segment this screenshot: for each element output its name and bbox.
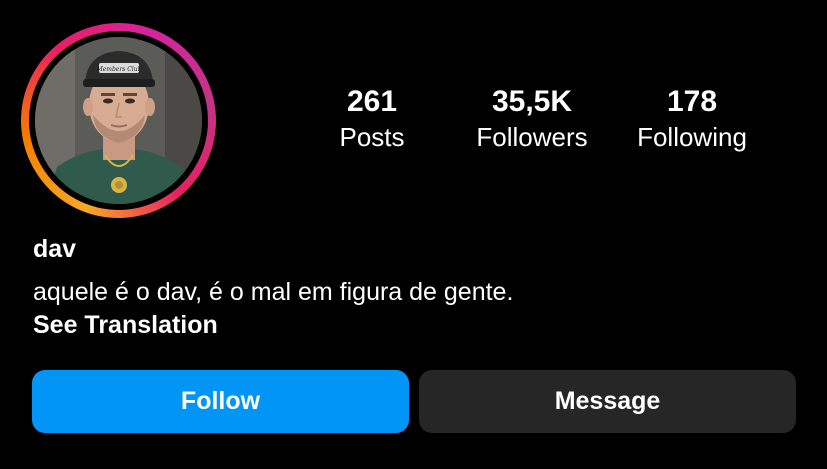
profile-username: dav (33, 235, 77, 263)
story-ring[interactable]: Members Club (21, 23, 216, 218)
avatar-photo: Members Club (35, 37, 202, 204)
avatar-frame: Members Club (29, 31, 208, 210)
posts-count: 261 (346, 85, 398, 118)
see-translation-link[interactable]: See Translation (33, 310, 218, 340)
cap-logo-text: Members Club (96, 66, 142, 73)
followers-count: 35,5K (491, 85, 573, 118)
following-label: Following (637, 122, 747, 152)
stat-posts[interactable]: 261 Posts (292, 84, 452, 154)
profile-bio: aquele é o dav, é o mal em figura de gen… (33, 278, 514, 306)
followers-label: Followers (476, 122, 588, 152)
follow-button[interactable]: Follow (32, 370, 409, 433)
message-button[interactable]: Message (419, 370, 796, 433)
stat-following[interactable]: 178 Following (612, 84, 772, 154)
avatar[interactable]: Members Club (35, 37, 202, 204)
posts-label: Posts (339, 122, 405, 152)
stat-followers[interactable]: 35,5K Followers (452, 84, 612, 154)
following-count: 178 (666, 85, 718, 118)
